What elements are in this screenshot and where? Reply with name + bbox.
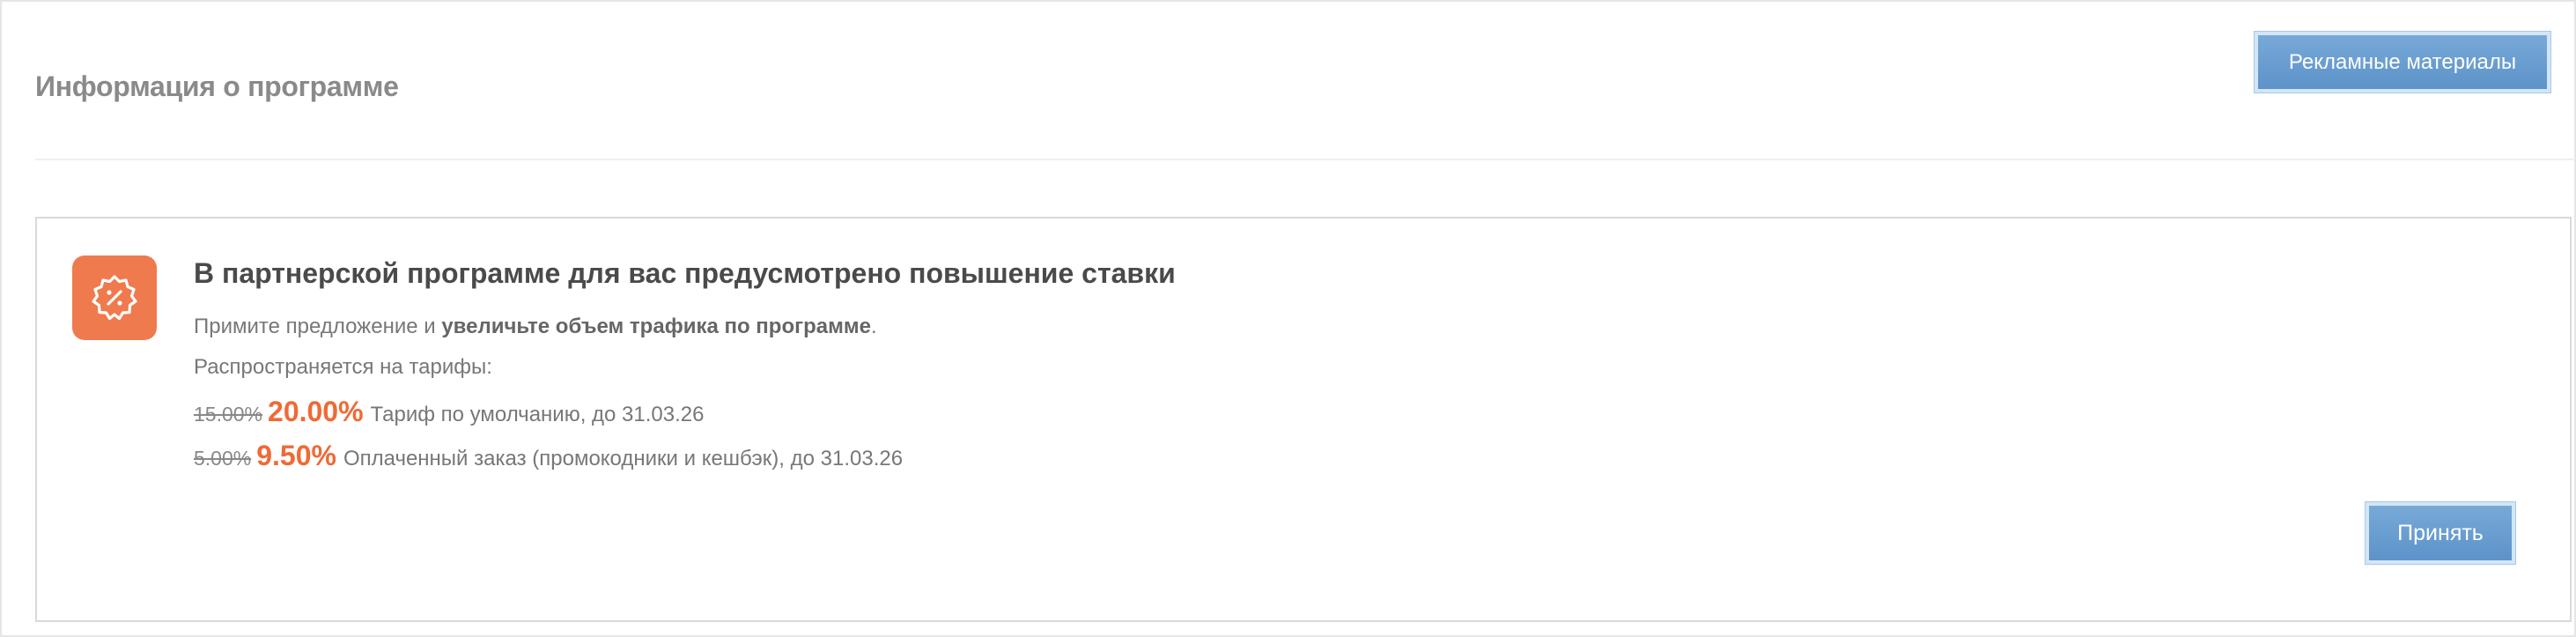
old-rate: 15.00% (194, 403, 263, 426)
offer-description-suffix: . (870, 315, 877, 338)
discount-badge-icon (72, 256, 157, 340)
page-title: Информация о программе (35, 70, 399, 102)
offer-description-prefix: Примите предложение и (194, 315, 442, 338)
applies-to-label: Распространяется на тарифы: (194, 355, 492, 379)
rate-row: 5.00% 9.50% Оплаченный заказ (промокодни… (194, 435, 1176, 479)
new-rate: 9.50% (256, 440, 336, 471)
rate-description: Оплаченный заказ (промокодники и кешбэк)… (343, 447, 904, 470)
rate-description: Тариф по умолчанию, до 31.03.26 (370, 403, 705, 426)
offer-description-bold: увеличьте объем трафика по программе (441, 315, 871, 338)
rate-increase-offer-card: В партнерской программе для вас предусмо… (35, 217, 2572, 622)
offer-heading: В партнерской программе для вас предусмо… (194, 257, 1176, 289)
accept-offer-button[interactable]: Принять (2366, 502, 2515, 564)
new-rate: 20.00% (268, 396, 364, 427)
old-rate: 5.00% (194, 447, 252, 470)
header-divider (35, 159, 2573, 160)
program-info-panel: Информация о программе Рекламные материа… (0, 0, 2576, 637)
promo-materials-button[interactable]: Рекламные материалы (2255, 32, 2550, 93)
offer-content: В партнерской программе для вас предусмо… (194, 256, 1176, 479)
rate-row: 15.00% 20.00% Тариф по умолчанию, до 31.… (194, 391, 1176, 435)
offer-description: Примите предложение и увеличьте объем тр… (194, 312, 1176, 342)
